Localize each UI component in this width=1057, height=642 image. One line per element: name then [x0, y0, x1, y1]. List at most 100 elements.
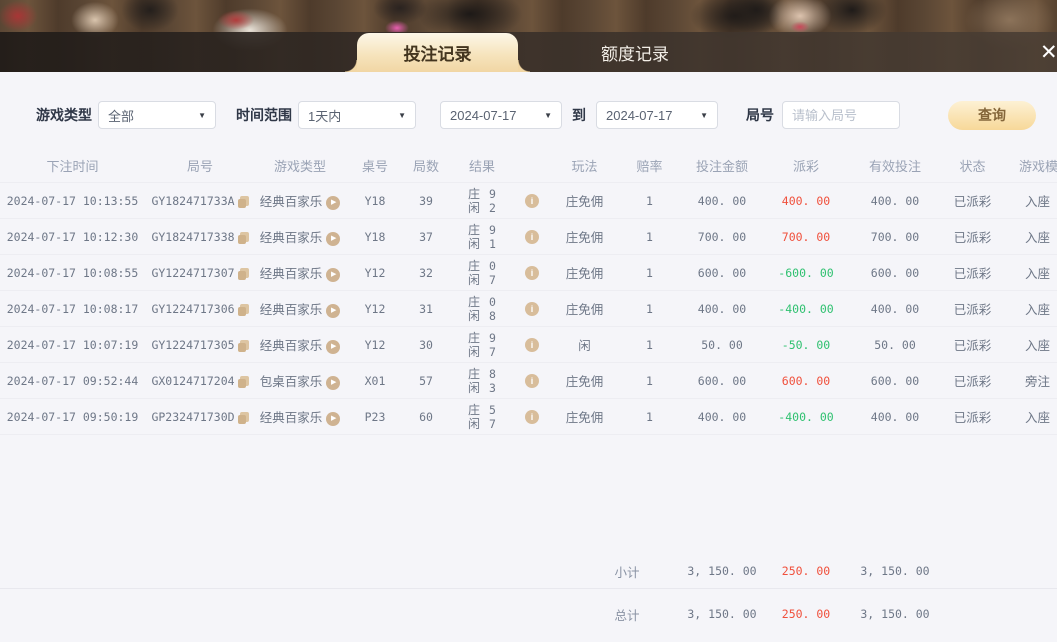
play-icon[interactable]: ▶: [326, 268, 340, 282]
header-bet-amount: 投注金额: [677, 156, 767, 175]
play-icon[interactable]: ▶: [326, 232, 340, 246]
info-icon[interactable]: i: [525, 410, 539, 424]
subtotal-payout: 250. 00: [767, 564, 845, 578]
date-from-value: 2024-07-17: [450, 108, 517, 123]
header-game-type: 游戏类型: [255, 156, 345, 175]
cell-status: 已派彩: [945, 299, 1000, 318]
cell-game-mode: 入座: [1000, 227, 1057, 246]
cell-result: 庄0 闲8: [447, 295, 517, 323]
cell-result-info: i: [517, 301, 547, 317]
cell-game-type: 经典百家乐▶: [255, 227, 345, 246]
info-icon[interactable]: i: [525, 338, 539, 352]
cell-game-type: 经典百家乐▶: [255, 263, 345, 282]
cell-round-count: 60: [405, 410, 447, 424]
tab-bar: 投注记录 额度记录 ✕: [0, 32, 1057, 72]
cell-status: 已派彩: [945, 191, 1000, 210]
copy-icon[interactable]: [240, 232, 249, 242]
cell-round-count: 57: [405, 374, 447, 388]
info-icon[interactable]: i: [525, 266, 539, 280]
cell-bet-time: 2024-07-17 10:07:19: [0, 338, 145, 352]
round-id-text: GX0124717204: [151, 374, 234, 388]
header-round-count: 局数: [405, 156, 447, 175]
tab-bet-records[interactable]: 投注记录: [357, 33, 518, 72]
cell-result: 庄0 闲7: [447, 259, 517, 287]
result-scores: 庄9 闲1: [468, 224, 496, 251]
cell-result-info: i: [517, 409, 547, 425]
info-icon[interactable]: i: [525, 374, 539, 388]
cell-payout: -400. 00: [767, 410, 845, 424]
cell-status: 已派彩: [945, 263, 1000, 282]
time-range-value: 1天内: [308, 106, 341, 125]
cell-play: 庄免佣: [547, 407, 622, 426]
table-row: 2024-07-17 10:13:55 GY182471733A 经典百家乐▶ …: [0, 183, 1057, 219]
cell-table-no: Y12: [345, 302, 405, 316]
cell-result: 庄9 闲7: [447, 331, 517, 359]
cell-play: 庄免佣: [547, 263, 622, 282]
cell-result-info: i: [517, 229, 547, 245]
cell-game-mode: 入座: [1000, 407, 1057, 426]
cell-result: 庄8 闲3: [447, 367, 517, 395]
table-row: 2024-07-17 09:50:19 GP232471730D 经典百家乐▶ …: [0, 399, 1057, 435]
cell-bet-amount: 700. 00: [677, 230, 767, 244]
cell-bet-amount: 50. 00: [677, 338, 767, 352]
query-button[interactable]: 查询: [948, 101, 1036, 130]
copy-icon[interactable]: [240, 376, 249, 386]
game-type-text: 经典百家乐: [260, 411, 323, 425]
copy-icon[interactable]: [240, 268, 249, 278]
cell-round-id: GP232471730D: [145, 410, 255, 424]
cell-status: 已派彩: [945, 335, 1000, 354]
player-label: 闲: [468, 202, 480, 215]
play-icon[interactable]: ▶: [326, 412, 340, 426]
cell-table-no: Y18: [345, 230, 405, 244]
info-icon[interactable]: i: [525, 194, 539, 208]
close-icon[interactable]: ✕: [1040, 40, 1057, 66]
cell-valid-bet: 400. 00: [845, 194, 945, 208]
date-from-select[interactable]: 2024-07-17 ▼: [440, 101, 562, 129]
total-bet-amount: 3, 150. 00: [677, 607, 767, 621]
cell-round-id: GY1224717305: [145, 338, 255, 352]
player-label: 闲: [468, 346, 480, 359]
round-id-text: GY1824717338: [151, 230, 234, 244]
tab-credit-records[interactable]: 额度记录: [545, 32, 725, 72]
header-game-mode: 游戏模式: [1000, 156, 1057, 175]
cell-bet-amount: 600. 00: [677, 266, 767, 280]
game-type-select[interactable]: 全部 ▼: [98, 101, 216, 129]
player-score: 7: [489, 418, 496, 431]
date-to-value: 2024-07-17: [606, 108, 673, 123]
round-number-input[interactable]: [782, 101, 900, 129]
player-score: 1: [489, 238, 496, 251]
cell-result-info: i: [517, 193, 547, 209]
copy-icon[interactable]: [240, 304, 249, 314]
cell-table-no: Y12: [345, 338, 405, 352]
cell-payout: -50. 00: [767, 338, 845, 352]
cell-round-count: 39: [405, 194, 447, 208]
play-icon[interactable]: ▶: [326, 196, 340, 210]
copy-icon[interactable]: [240, 196, 249, 206]
table-row: 2024-07-17 10:07:19 GY1224717305 经典百家乐▶ …: [0, 327, 1057, 363]
result-scores: 庄9 闲7: [468, 332, 496, 359]
cell-play: 庄免佣: [547, 299, 622, 318]
cell-table-no: P23: [345, 410, 405, 424]
copy-icon[interactable]: [240, 412, 249, 422]
info-icon[interactable]: i: [525, 230, 539, 244]
header-result: 结果: [447, 156, 517, 175]
game-type-text: 经典百家乐: [260, 267, 323, 281]
time-range-select[interactable]: 1天内 ▼: [298, 101, 416, 129]
game-type-value: 全部: [108, 106, 134, 125]
info-icon[interactable]: i: [525, 302, 539, 316]
play-icon[interactable]: ▶: [326, 340, 340, 354]
play-icon[interactable]: ▶: [326, 304, 340, 318]
banker-label: 庄: [468, 296, 480, 309]
cell-round-count: 31: [405, 302, 447, 316]
banker-label: 庄: [468, 224, 480, 237]
cell-result: 庄5 闲7: [447, 403, 517, 431]
play-icon[interactable]: ▶: [326, 376, 340, 390]
cell-bet-time: 2024-07-17 09:52:44: [0, 374, 145, 388]
subtotal-valid-bet: 3, 150. 00: [845, 564, 945, 578]
cell-valid-bet: 700. 00: [845, 230, 945, 244]
cell-bet-time: 2024-07-17 09:50:19: [0, 410, 145, 424]
time-range-label: 时间范围: [236, 105, 292, 125]
cell-round-id: GY1824717338: [145, 230, 255, 244]
copy-icon[interactable]: [240, 340, 249, 350]
date-to-select[interactable]: 2024-07-17 ▼: [596, 101, 718, 129]
